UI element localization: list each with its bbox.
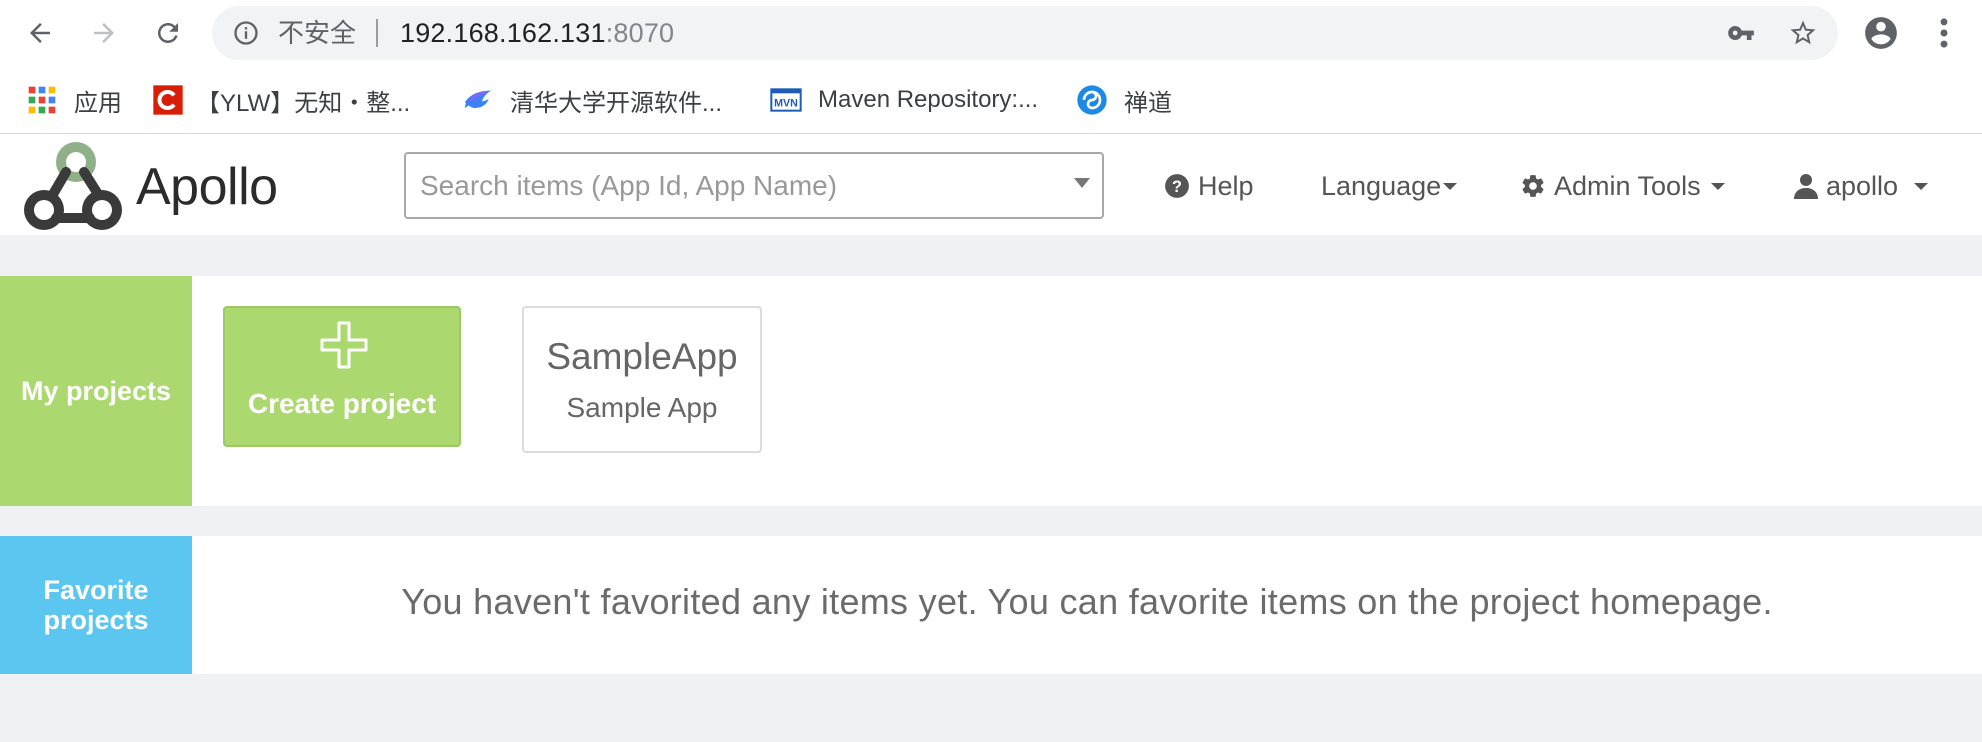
admin-tools-dropdown[interactable]: Admin Tools (1520, 168, 1725, 204)
tuna-icon (464, 90, 492, 108)
language-dropdown[interactable]: Language (1321, 168, 1458, 204)
favorite-projects-section: Favorite projects You haven't favorited … (0, 536, 1982, 674)
key-icon[interactable] (1726, 19, 1756, 47)
apollo-logo-icon[interactable] (24, 138, 124, 234)
more-vert-icon[interactable] (1934, 14, 1954, 52)
bookmarks-bar: 应用 【YLW】无知・整... 清华大学开源软件... MVN Maven Re… (0, 66, 1982, 134)
browser-toolbar: 不安全 192.168.162.131:8070 (0, 0, 1982, 66)
help-link[interactable]: ? Help (1164, 168, 1254, 204)
zentao-icon (1077, 85, 1107, 115)
bookmark-ylw[interactable]: 【YLW】无知・整... (152, 80, 410, 120)
info-icon[interactable] (232, 19, 260, 47)
help-label: Help (1198, 170, 1254, 201)
forward-arrow-icon (94, 23, 114, 43)
forward-button[interactable] (82, 11, 126, 55)
bookmark-zentao[interactable]: 禅道 (1076, 80, 1172, 120)
reload-icon (158, 23, 178, 43)
bookmark-label: 禅道 (1124, 89, 1172, 117)
question-circle-icon: ? (1165, 174, 1189, 198)
reload-button[interactable] (146, 11, 190, 55)
language-label: Language (1321, 170, 1442, 201)
address-bar[interactable]: 不安全 192.168.162.131:8070 (212, 6, 1838, 60)
user-dropdown[interactable]: apollo (1794, 168, 1929, 204)
favorite-projects-label: Favorite projects (0, 536, 192, 674)
create-project-button[interactable]: Create project (223, 306, 461, 447)
back-button[interactable] (18, 11, 62, 55)
app-name: Sample App (566, 392, 718, 423)
create-project-label: Create project (247, 388, 437, 419)
back-arrow-icon (30, 23, 50, 43)
app-id: SampleApp (546, 336, 738, 377)
app-card[interactable]: SampleApp Sample App (522, 306, 762, 453)
bookmark-label: Maven Repository:... (818, 86, 1039, 113)
favorites-empty-message: You haven't favorited any items yet. You… (401, 581, 1773, 622)
svg-text:?: ? (1172, 178, 1182, 196)
project-search[interactable] (404, 152, 1104, 219)
bookmark-tuna[interactable]: 清华大学开源软件... (462, 80, 722, 120)
search-dropdown-caret-icon[interactable] (1074, 178, 1090, 188)
bookmark-label: 应用 (74, 89, 122, 117)
app-navbar: Apollo ? Help Language Admin Tools apoll… (0, 135, 1982, 235)
plus-icon (320, 321, 368, 369)
user-icon (1794, 174, 1818, 199)
my-projects-label: My projects (0, 276, 192, 506)
my-projects-section: My projects Create project SampleApp Sam… (0, 276, 1982, 506)
url-port: :8070 (605, 18, 675, 48)
main-content: My projects Create project SampleApp Sam… (0, 235, 1982, 742)
csdn-icon (153, 85, 183, 115)
svg-text:MVN: MVN (774, 98, 798, 110)
bookmark-maven[interactable]: MVN Maven Repository:... (770, 80, 1038, 120)
bookmark-star-icon[interactable] (1788, 18, 1818, 48)
admin-tools-label: Admin Tools (1554, 170, 1701, 201)
url-host: 192.168.162.131 (400, 18, 606, 48)
username-label: apollo (1826, 170, 1899, 201)
chevron-down-icon (1914, 182, 1929, 190)
apps-grid-icon (28, 86, 56, 114)
gear-icon (1522, 175, 1544, 197)
search-input[interactable] (420, 168, 1040, 204)
bookmark-label: 清华大学开源软件... (510, 89, 723, 117)
bookmark-apps[interactable]: 应用 (26, 80, 122, 120)
bookmark-label: 【YLW】无知・整... (196, 89, 411, 117)
security-label: 不安全 (278, 18, 357, 48)
brand-name[interactable]: Apollo (136, 161, 278, 213)
chevron-down-icon (1443, 182, 1458, 190)
separator (376, 19, 378, 47)
mvn-icon: MVN (770, 88, 802, 112)
url-text[interactable]: 192.168.162.131:8070 (400, 19, 674, 47)
profile-icon[interactable] (1862, 14, 1900, 52)
chevron-down-icon (1710, 182, 1725, 190)
